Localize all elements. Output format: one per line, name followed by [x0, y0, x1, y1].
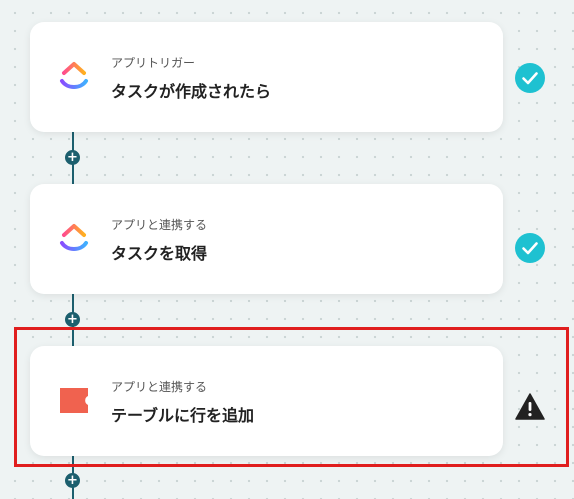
add-step-button[interactable]: +: [65, 150, 80, 165]
check-icon: [515, 63, 545, 93]
clickup-icon: [60, 62, 88, 89]
highlight-box: [14, 327, 569, 467]
step-title: タスクを取得: [111, 244, 208, 263]
step-type-label: アプリトリガー: [111, 56, 196, 70]
check-icon: [515, 233, 545, 263]
add-step-button[interactable]: +: [65, 312, 80, 327]
clickup-icon: [60, 224, 88, 251]
flow-step-card-trigger[interactable]: アプリトリガー タスクが作成されたら: [30, 22, 503, 132]
step-type-label: アプリと連携する: [111, 218, 208, 232]
add-step-button[interactable]: +: [65, 473, 80, 488]
step-title: タスクが作成されたら: [111, 82, 272, 101]
flow-step-card-get-task[interactable]: アプリと連携する タスクを取得: [30, 184, 503, 294]
